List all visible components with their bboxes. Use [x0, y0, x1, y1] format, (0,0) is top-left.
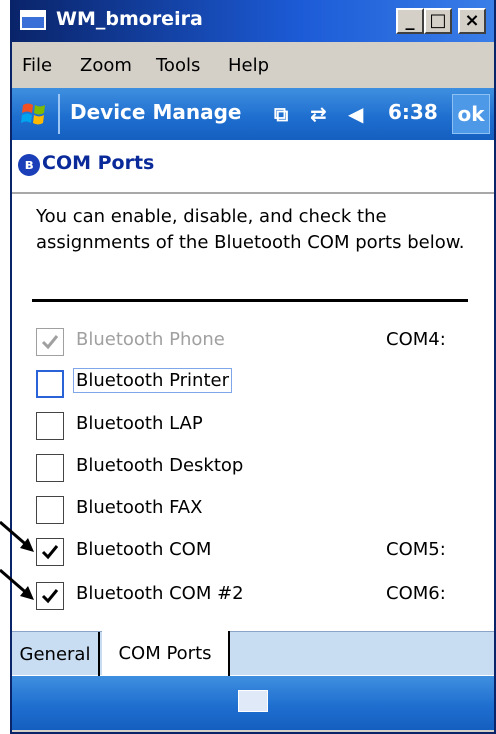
- ok-button[interactable]: ok: [452, 94, 490, 134]
- soft-key-bar: [12, 676, 494, 730]
- port-row-bluetooth-lap: Bluetooth LAP: [12, 404, 494, 444]
- port-label: Bluetooth COM: [76, 539, 212, 560]
- port-com-assignment: COM6:: [386, 583, 446, 604]
- tab-general[interactable]: General: [12, 632, 100, 676]
- checkbox-bluetooth-com-2[interactable]: [36, 582, 64, 610]
- port-label: Bluetooth FAX: [76, 497, 203, 518]
- windows-start-icon[interactable]: [20, 100, 48, 128]
- checkbox-bluetooth-phone[interactable]: [36, 328, 64, 356]
- content-divider: [32, 299, 468, 302]
- taskbar-title[interactable]: Device Manage: [70, 100, 241, 124]
- taskbar-separator: [58, 94, 60, 134]
- port-row-bluetooth-desktop: Bluetooth Desktop: [12, 446, 494, 486]
- checkbox-bluetooth-lap[interactable]: [36, 412, 64, 440]
- port-row-bluetooth-com-2: Bluetooth COM #2 COM6:: [12, 574, 494, 614]
- port-row-bluetooth-com: Bluetooth COM COM5:: [12, 530, 494, 570]
- menu-zoom[interactable]: Zoom: [80, 55, 132, 76]
- window-title: WM_bmoreira: [56, 8, 203, 30]
- port-com-assignment: COM5:: [386, 539, 446, 560]
- port-label: Bluetooth LAP: [76, 413, 203, 434]
- checkbox-bluetooth-com[interactable]: [36, 538, 64, 566]
- port-label: Bluetooth COM #2: [76, 583, 244, 604]
- port-row-bluetooth-phone: Bluetooth Phone COM4:: [12, 320, 494, 360]
- checkbox-bluetooth-fax[interactable]: [36, 496, 64, 524]
- header-divider: [12, 192, 494, 194]
- port-label: Bluetooth Phone: [76, 329, 225, 350]
- connectivity-icon[interactable]: ⇄: [310, 102, 327, 126]
- window-titlebar[interactable]: WM_bmoreira _ □ ×: [12, 0, 494, 42]
- copy-icon[interactable]: ⧉: [274, 102, 288, 126]
- window-app-icon: [20, 10, 46, 30]
- port-label: Bluetooth Printer: [73, 368, 232, 393]
- port-label: Bluetooth Desktop: [76, 455, 244, 476]
- checkbox-bluetooth-printer[interactable]: [36, 370, 64, 398]
- keyboard-icon[interactable]: [238, 690, 268, 712]
- tab-strip: General COM Ports: [12, 631, 494, 676]
- menu-help[interactable]: Help: [228, 55, 269, 76]
- page-title: COM Ports: [42, 152, 155, 174]
- page-header: ʙ COM Ports: [12, 144, 494, 192]
- clock[interactable]: 6:38: [388, 100, 438, 124]
- port-row-bluetooth-fax: Bluetooth FAX: [12, 488, 494, 528]
- menu-bar: File Zoom Tools Help: [12, 46, 494, 84]
- volume-icon[interactable]: ◀︎: [348, 102, 363, 126]
- menu-file[interactable]: File: [22, 55, 52, 76]
- annotation-arrows: [0, 520, 34, 600]
- emulator-window: WM_bmoreira _ □ × File Zoom Tools Help D…: [10, 0, 496, 734]
- close-button[interactable]: ×: [458, 8, 486, 34]
- menu-tools[interactable]: Tools: [156, 55, 200, 76]
- page-description: You can enable, disable, and check the a…: [36, 206, 465, 253]
- checkbox-bluetooth-desktop[interactable]: [36, 454, 64, 482]
- tab-com-ports[interactable]: COM Ports: [102, 631, 230, 676]
- maximize-button[interactable]: □: [424, 8, 452, 34]
- minimize-button[interactable]: _: [396, 8, 424, 34]
- port-com-assignment: COM4:: [386, 329, 446, 350]
- device-taskbar: Device Manage ⧉ ⇄ ◀︎ 6:38 ok: [12, 88, 494, 140]
- port-row-bluetooth-printer: Bluetooth Printer: [12, 362, 494, 402]
- bluetooth-icon: ʙ: [18, 154, 40, 176]
- device-screen: Device Manage ⧉ ⇄ ◀︎ 6:38 ok ʙ COM Ports…: [12, 88, 494, 730]
